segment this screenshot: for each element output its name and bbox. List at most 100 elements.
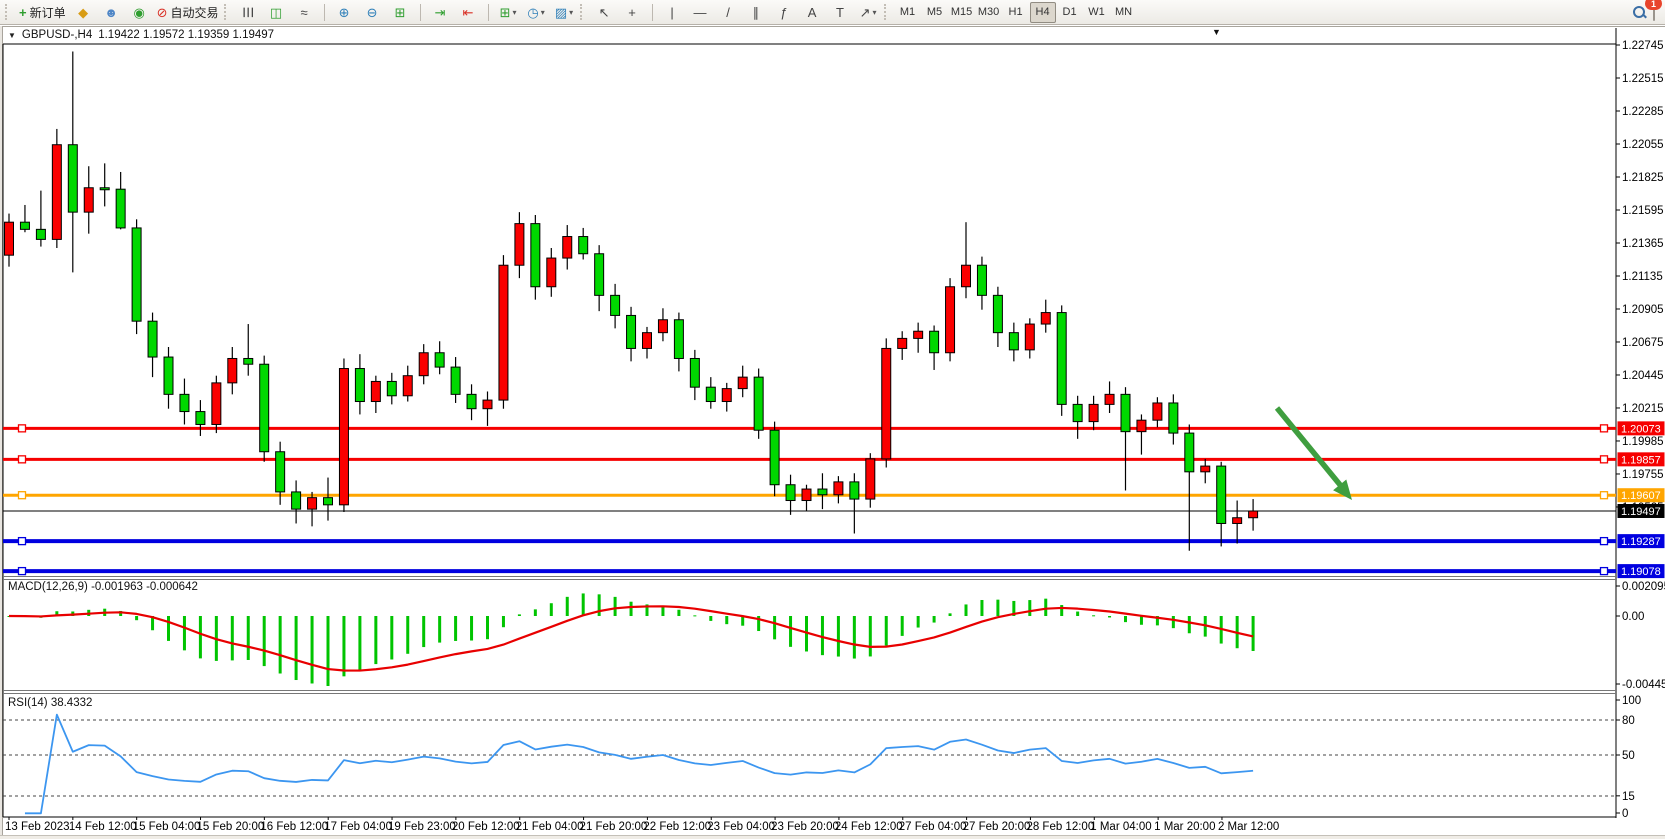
macd-histogram-bar xyxy=(454,616,457,641)
candle xyxy=(674,320,683,359)
arrows-tool-button[interactable]: ↗▾ xyxy=(855,1,882,24)
crosshair-tool-button[interactable]: + xyxy=(619,1,646,24)
profile-icon[interactable]: ☻ xyxy=(98,1,125,24)
chevron-down-icon: ▾ xyxy=(512,8,516,17)
timeframe-d1-button[interactable]: D1 xyxy=(1057,2,1083,23)
auto-trading-button[interactable]: ⊘ 自动交易 xyxy=(154,2,222,23)
mt4-window: + 新订单 ◆ ☻ ◉ ⊘ 自动交易 ☰ ◫ ≈ ⊕ ⊖ ⊞ ⇥ ⇤ ⊞▾ ◷▾… xyxy=(0,0,1665,839)
candle xyxy=(1089,404,1098,421)
cursor-tool-button[interactable]: ↖ xyxy=(591,1,618,24)
timeframe-m15-button[interactable]: M15 xyxy=(949,2,975,23)
macd-histogram-bar xyxy=(1044,599,1047,616)
macd-histogram-bar xyxy=(422,616,425,647)
candle xyxy=(1185,433,1194,472)
toolbar-separator xyxy=(488,4,489,21)
hline-handle[interactable] xyxy=(19,456,26,463)
candle xyxy=(1057,313,1066,405)
candle xyxy=(531,224,540,287)
candlestick-chart-button[interactable]: ◫ xyxy=(263,1,290,24)
timeframe-m1-button[interactable]: M1 xyxy=(895,2,921,23)
line-chart-button[interactable]: ≈ xyxy=(291,1,318,24)
hline-handle[interactable] xyxy=(1601,568,1608,575)
price-tick-label: 1.20215 xyxy=(1622,403,1664,415)
label-tool-button[interactable]: T xyxy=(827,1,854,24)
macd-tick-label: -0.004455 xyxy=(1622,679,1665,691)
date-label: 27 Feb 20:00 xyxy=(963,821,1031,833)
candle xyxy=(36,229,45,239)
date-label: 19 Feb 23:00 xyxy=(388,821,456,833)
hline-handle[interactable] xyxy=(1601,492,1608,499)
market-watch-icon[interactable]: ◆ xyxy=(70,1,97,24)
macd-histogram-bar xyxy=(518,614,521,616)
macd-histogram-bar xyxy=(279,616,282,674)
candle xyxy=(946,287,955,353)
signals-icon[interactable]: ◉ xyxy=(126,1,153,24)
candle xyxy=(308,498,317,509)
candle xyxy=(834,482,843,495)
candle xyxy=(706,387,715,401)
trendline-tool-button[interactable]: / xyxy=(715,1,742,24)
add-indicator-button[interactable]: ⊞▾ xyxy=(495,1,522,24)
text-tool-button[interactable]: A xyxy=(799,1,826,24)
zoom-out-button[interactable]: ⊖ xyxy=(359,1,386,24)
search-icon[interactable] xyxy=(1633,6,1645,18)
candle xyxy=(977,265,986,295)
tile-windows-button[interactable]: ⊞ xyxy=(387,1,414,24)
zoom-in-button[interactable]: ⊕ xyxy=(331,1,358,24)
macd-histogram-bar xyxy=(1252,616,1255,651)
hline-handle[interactable] xyxy=(19,538,26,545)
chart-shift-button[interactable]: ⇤ xyxy=(455,1,482,24)
hline-handle[interactable] xyxy=(19,492,26,499)
macd-label: MACD(12,26,9) -0.001963 -0.000642 xyxy=(8,581,198,593)
bar-chart-button[interactable]: ☰ xyxy=(235,1,262,24)
date-label: 1 Mar 20:00 xyxy=(1154,821,1215,833)
macd-histogram-bar xyxy=(311,616,314,683)
auto-scroll-button[interactable]: ⇥ xyxy=(427,1,454,24)
price-tick-label: 1.20675 xyxy=(1622,337,1664,349)
fibonacci-tool-button[interactable]: ƒ xyxy=(771,1,798,24)
candle xyxy=(116,189,125,228)
candle xyxy=(212,383,221,425)
hline-handle[interactable] xyxy=(1601,425,1608,432)
one-click-trading-toggle[interactable]: ▼ xyxy=(8,31,16,40)
new-order-button[interactable]: + 新订单 xyxy=(16,2,69,23)
hline-handle[interactable] xyxy=(19,568,26,575)
candle xyxy=(818,489,827,495)
timeframe-h1-button[interactable]: H1 xyxy=(1003,2,1029,23)
price-tick-label: 1.19985 xyxy=(1622,436,1664,448)
vertical-line-tool-button[interactable]: | xyxy=(659,1,686,24)
toolbar-grip xyxy=(224,4,230,20)
hline-handle[interactable] xyxy=(19,425,26,432)
macd-histogram-bar xyxy=(821,616,824,655)
date-label: 2 Mar 12:00 xyxy=(1218,821,1279,833)
template-button[interactable]: ▨▾ xyxy=(551,1,578,24)
price-tick-label: 1.19755 xyxy=(1622,469,1664,481)
date-label: 20 Feb 12:00 xyxy=(452,821,520,833)
trend-arrow[interactable] xyxy=(1277,408,1341,486)
date-label: 17 Feb 04:00 xyxy=(324,821,392,833)
rsi-tick-label: 80 xyxy=(1622,715,1635,727)
timeframe-mn-button[interactable]: MN xyxy=(1111,2,1137,23)
rsi-tick-label: 50 xyxy=(1622,750,1635,762)
timeframe-m30-button[interactable]: M30 xyxy=(976,2,1002,23)
candle xyxy=(563,237,572,259)
hline-handle[interactable] xyxy=(1601,538,1608,545)
channel-tool-button[interactable]: ∥ xyxy=(743,1,770,24)
macd-histogram-bar xyxy=(135,616,138,620)
periods-button[interactable]: ◷▾ xyxy=(523,1,550,24)
candle xyxy=(84,188,93,212)
timeframe-m5-button[interactable]: M5 xyxy=(922,2,948,23)
timeframe-h4-button[interactable]: H4 xyxy=(1030,2,1056,23)
rsi-tick-label: 15 xyxy=(1622,791,1635,803)
hline-handle[interactable] xyxy=(1601,456,1608,463)
notifications-button[interactable]: 1 xyxy=(1653,3,1655,21)
price-tick-label: 1.21595 xyxy=(1622,205,1664,217)
date-label: 21 Feb 04:00 xyxy=(516,821,584,833)
macd-histogram-bar xyxy=(1060,605,1063,616)
macd-histogram-bar xyxy=(677,610,680,616)
horizontal-line-tool-button[interactable]: — xyxy=(687,1,714,24)
price-label-box-text: 1.19287 xyxy=(1621,536,1661,548)
macd-tick-label: 0.00 xyxy=(1622,611,1644,623)
timeframe-w1-button[interactable]: W1 xyxy=(1084,2,1110,23)
price-label-box-text: 1.19857 xyxy=(1621,454,1661,466)
